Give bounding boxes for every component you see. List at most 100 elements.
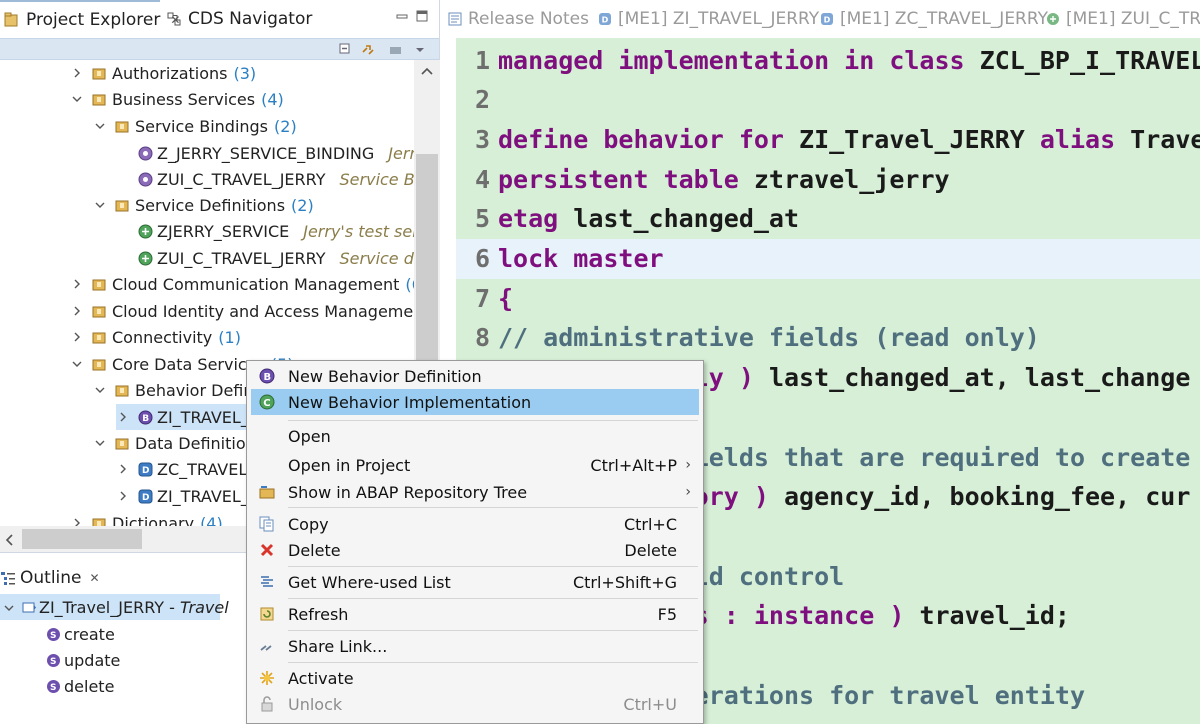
menu-item-share-link[interactable]: Share Link... bbox=[247, 633, 703, 659]
menu-item-open-in-project[interactable]: Open in Project Ctrl+Alt+P › bbox=[247, 452, 703, 478]
tree-item-service-binding[interactable]: ZUI_C_TRAVEL_JERRY Service Binc bbox=[138, 166, 414, 192]
tree-item-label: Data Definitions bbox=[135, 433, 265, 453]
code-keyword: alias bbox=[1039, 124, 1131, 154]
menu-item-label: Unlock bbox=[288, 694, 343, 714]
chevron-right-icon[interactable] bbox=[70, 304, 84, 318]
close-icon[interactable]: ✕ bbox=[90, 571, 100, 585]
maximize-icon[interactable] bbox=[416, 10, 428, 22]
menu-item-label: Open in Project bbox=[288, 455, 411, 475]
code-line[interactable]: 1 managed implementation in class ZCL_BP_… bbox=[456, 40, 1200, 80]
menu-item-delete[interactable]: Delete Delete bbox=[247, 537, 703, 563]
entity-icon bbox=[22, 600, 37, 615]
editor-tab-label: [ME1] ZI_TRAVEL_JERRY bbox=[618, 9, 820, 29]
chevron-down-icon[interactable] bbox=[93, 436, 107, 450]
collapse-all-icon[interactable] bbox=[339, 42, 353, 56]
data-definition-icon: D bbox=[138, 462, 153, 477]
copy-icon bbox=[259, 516, 275, 532]
editor-tab-label: [ME1] ZC_TRAVEL_JERRY bbox=[840, 9, 1048, 29]
menu-item-new-behavior-definition[interactable]: B New Behavior Definition bbox=[247, 363, 703, 389]
code-line[interactable]: 7{ bbox=[456, 278, 1200, 318]
editor-tab-zc-travel-jerry[interactable]: D [ME1] ZC_TRAVEL_JERRY bbox=[820, 0, 1048, 38]
svg-text:D: D bbox=[142, 466, 149, 476]
code-line[interactable]: 4 persistent table ztravel_jerry bbox=[456, 159, 1200, 199]
editor-tab-zi-travel-jerry[interactable]: D [ME1] ZI_TRAVEL_JERRY bbox=[598, 0, 819, 38]
tree-item-data-definitions[interactable]: Data Definitions bbox=[93, 430, 264, 456]
chevron-right-icon[interactable] bbox=[70, 330, 84, 344]
outline-item-update[interactable]: S update bbox=[46, 647, 120, 673]
code-line[interactable]: 6 lock master bbox=[456, 238, 1200, 279]
tree-item-business-services[interactable]: Business Services (4) bbox=[70, 86, 284, 112]
code-keyword: lock master bbox=[498, 244, 664, 273]
chevron-right-icon[interactable] bbox=[116, 489, 130, 503]
tree-item-description: Service Binc bbox=[339, 169, 414, 189]
tab-project-explorer[interactable]: Project Explorer ✕ bbox=[0, 0, 180, 38]
chevron-down-icon[interactable] bbox=[70, 357, 84, 371]
tree-item-label: ZJERRY_SERVICE bbox=[157, 221, 290, 241]
share-link-icon bbox=[259, 638, 275, 654]
outline-icon bbox=[0, 570, 16, 586]
svg-text:B: B bbox=[142, 414, 149, 424]
chevron-right-icon[interactable] bbox=[70, 516, 84, 526]
view-toolbar bbox=[0, 38, 439, 60]
chevron-down-icon[interactable] bbox=[93, 119, 107, 133]
tree-item-service-definition[interactable]: ZUI_C_TRAVEL_JERRY Service defi bbox=[138, 245, 414, 271]
code-identifier: agency_id, booking_fee, cur bbox=[783, 482, 1191, 512]
chevron-right-icon[interactable] bbox=[70, 66, 84, 80]
code-identifier: ztravel_jerry bbox=[753, 164, 950, 194]
chevron-right-icon[interactable] bbox=[70, 277, 84, 291]
menu-item-activate[interactable]: Activate bbox=[247, 665, 703, 691]
menu-item-open[interactable]: Open bbox=[247, 423, 703, 449]
outline-item-label: update bbox=[64, 650, 121, 670]
tree-item-label: Core Data Services bbox=[112, 354, 265, 374]
chevron-down-icon[interactable] bbox=[70, 92, 84, 106]
code-line[interactable]: 2 bbox=[456, 80, 1200, 120]
code-identifier: last_changed_at, last_change bbox=[768, 363, 1191, 393]
tree-item-service-definitions[interactable]: Service Definitions (2) bbox=[93, 192, 314, 218]
editor-tab-zui-c-travel[interactable]: [ME1] ZUI_C_TRAV bbox=[1046, 0, 1200, 38]
outline-item-delete[interactable]: S delete bbox=[46, 673, 114, 699]
tree-item-label: Z_JERRY_SERVICE_BINDING bbox=[157, 143, 375, 163]
tab-cds-navigator[interactable]: CDS Navigator bbox=[162, 0, 322, 38]
scroll-left-icon[interactable] bbox=[4, 533, 14, 547]
menu-item-copy[interactable]: Copy Ctrl+C bbox=[247, 511, 703, 537]
minimize-icon[interactable] bbox=[396, 10, 408, 22]
menu-item-show-in-abap-repository-tree[interactable]: Show in ABAP Repository Tree › bbox=[247, 479, 703, 505]
view-menu-icon[interactable] bbox=[413, 42, 427, 56]
tree-item-cloud-identity[interactable]: Cloud Identity and Access Management bbox=[70, 298, 414, 324]
tree-item-authorizations[interactable]: Authorizations (3) bbox=[70, 60, 256, 86]
tree-item-connectivity[interactable]: Connectivity (1) bbox=[70, 324, 241, 350]
filter-icon[interactable] bbox=[389, 42, 403, 56]
tree-item-cloud-communication-management[interactable]: Cloud Communication Management (6) bbox=[70, 271, 414, 297]
code-line[interactable]: 5 etag last_changed_at bbox=[456, 199, 1200, 239]
chevron-right-icon[interactable] bbox=[116, 410, 130, 424]
refresh-icon bbox=[259, 606, 275, 622]
outline-item-create[interactable]: S create bbox=[46, 621, 115, 647]
scroll-up-icon[interactable] bbox=[420, 66, 434, 76]
menu-item-label: Refresh bbox=[288, 604, 349, 624]
tree-item-dictionary[interactable]: Dictionary (4) bbox=[70, 510, 223, 526]
menu-item-new-behavior-implementation[interactable]: C New Behavior Implementation bbox=[251, 389, 699, 415]
chevron-right-icon[interactable] bbox=[116, 462, 130, 476]
tree-item-service-binding[interactable]: Z_JERRY_SERVICE_BINDING Jerry' bbox=[138, 140, 414, 166]
svg-text:C: C bbox=[263, 398, 270, 409]
chevron-down-icon[interactable] bbox=[93, 383, 107, 397]
svg-text:D: D bbox=[602, 16, 609, 25]
menu-item-label: Open bbox=[288, 426, 331, 446]
code-line[interactable]: 8 // administrative fields (read only) bbox=[456, 318, 1200, 358]
tree-item-label: Service Bindings bbox=[135, 116, 269, 136]
tree-item-service-bindings[interactable]: Service Bindings (2) bbox=[93, 113, 297, 139]
menu-item-label: Delete bbox=[288, 540, 341, 560]
outline-root[interactable]: ZI_Travel_JERRY - Travel bbox=[0, 594, 229, 620]
code-line[interactable]: 3 define behavior for ZI_Travel_JERRY ali… bbox=[456, 119, 1200, 159]
tree-item-service-definition[interactable]: ZJERRY_SERVICE Jerry's test servic bbox=[138, 218, 414, 244]
chevron-down-icon[interactable] bbox=[93, 198, 107, 212]
menu-item-unlock[interactable]: Unlock Ctrl+U bbox=[247, 691, 703, 717]
scrollbar-thumb[interactable] bbox=[22, 529, 142, 549]
link-with-editor-icon[interactable] bbox=[361, 42, 375, 56]
menu-item-refresh[interactable]: Refresh F5 bbox=[247, 601, 703, 627]
chevron-down-icon[interactable] bbox=[4, 598, 14, 617]
tab-outline[interactable]: Outline ✕ bbox=[0, 563, 100, 593]
menu-item-get-where-used-list[interactable]: Get Where-used List Ctrl+Shift+G bbox=[247, 569, 703, 595]
editor-tab-release-notes[interactable]: Release Notes bbox=[448, 0, 589, 38]
package-icon bbox=[92, 516, 106, 526]
